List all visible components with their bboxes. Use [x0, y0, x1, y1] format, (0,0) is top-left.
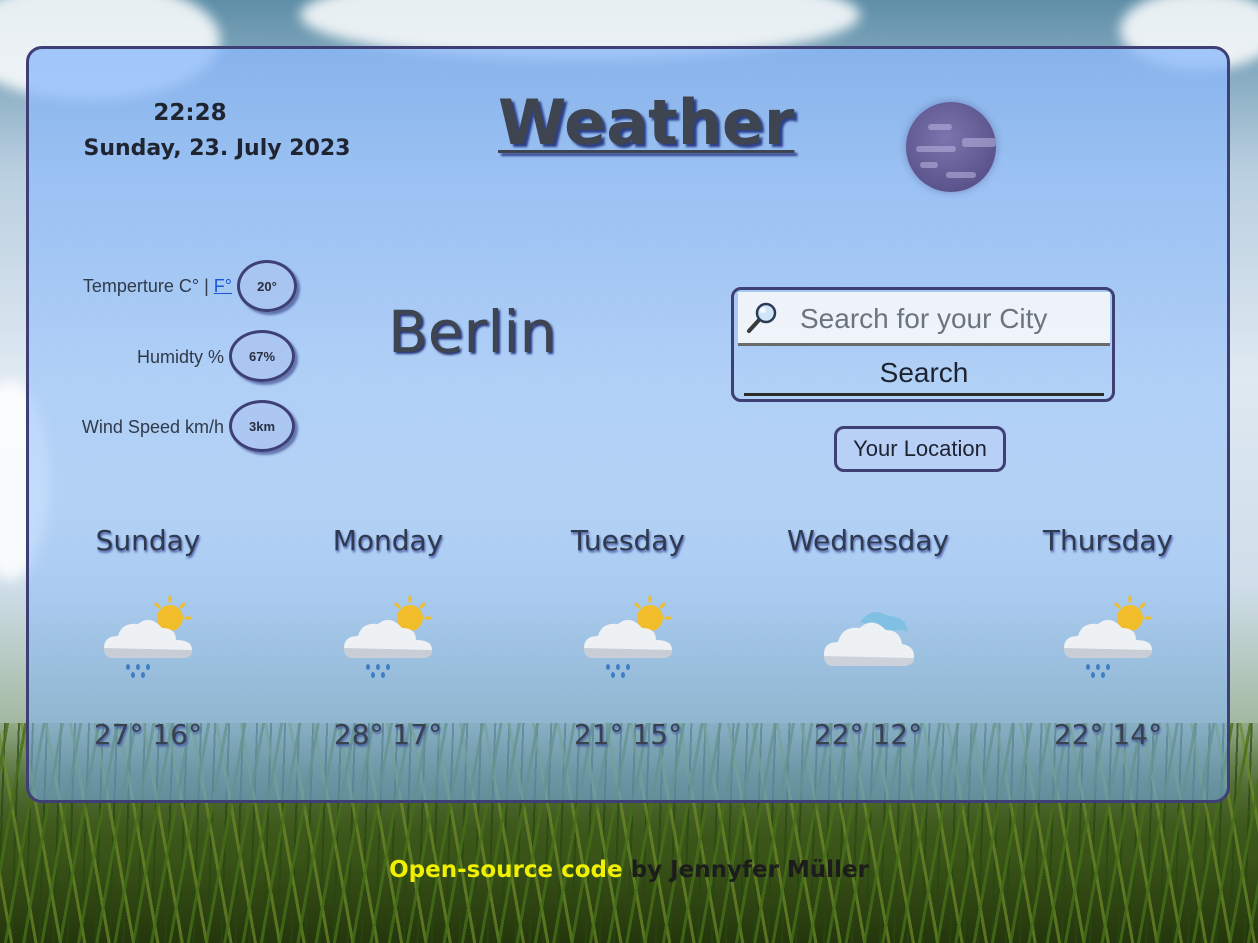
wind-speed-label: Wind Speed km/h [81, 417, 224, 437]
temperature-value: 20° [237, 260, 297, 312]
forecast-day: Wednesday [786, 524, 950, 557]
forecast-temperatures: 22° 12° [813, 718, 923, 751]
your-location-button[interactable]: Your Location [834, 426, 1006, 472]
forecast-day: Monday [332, 524, 444, 557]
current-time: 22:28 [153, 100, 227, 126]
search-button[interactable]: Search [744, 352, 1104, 396]
forecast-temperatures: 22° 14° [1053, 718, 1163, 751]
current-date: Sunday, 23. July 2023 [83, 136, 351, 161]
search-form: Search [731, 287, 1115, 402]
magnifier-icon [747, 302, 777, 333]
sun-cloud-rain-icon [584, 595, 672, 678]
cloud-icon [824, 612, 914, 666]
page-title: Weather [498, 86, 795, 159]
forecast-temperatures: 27° 16° [93, 718, 203, 751]
fahrenheit-link[interactable]: F° [214, 276, 232, 296]
forecast-day: Thursday [1042, 524, 1174, 557]
humidity-value: 67% [229, 330, 295, 382]
temperature-label: Temperture C° | F° [82, 276, 232, 296]
city-name: Berlin [388, 298, 557, 366]
sun-cloud-rain-icon [1064, 595, 1152, 678]
search-input-wrapper [738, 292, 1110, 346]
forecast-day: Tuesday [571, 524, 685, 557]
humidity-label: Humidty % [136, 347, 224, 367]
footer: Open-source code by Jennyfer Müller [0, 857, 1258, 883]
sun-cloud-rain-icon [104, 595, 192, 678]
open-source-link[interactable]: Open-source code [389, 857, 622, 883]
sun-cloud-rain-icon [344, 595, 432, 678]
forecast-temperatures: 28° 17° [333, 718, 443, 751]
search-input[interactable] [798, 298, 1102, 340]
moon-icon [906, 102, 996, 192]
forecast-day: Sunday [95, 524, 201, 557]
wind-speed-value: 3km [229, 400, 295, 452]
author-credit: by Jennyfer Müller [622, 857, 869, 883]
forecast-temperatures: 21° 15° [573, 718, 683, 751]
